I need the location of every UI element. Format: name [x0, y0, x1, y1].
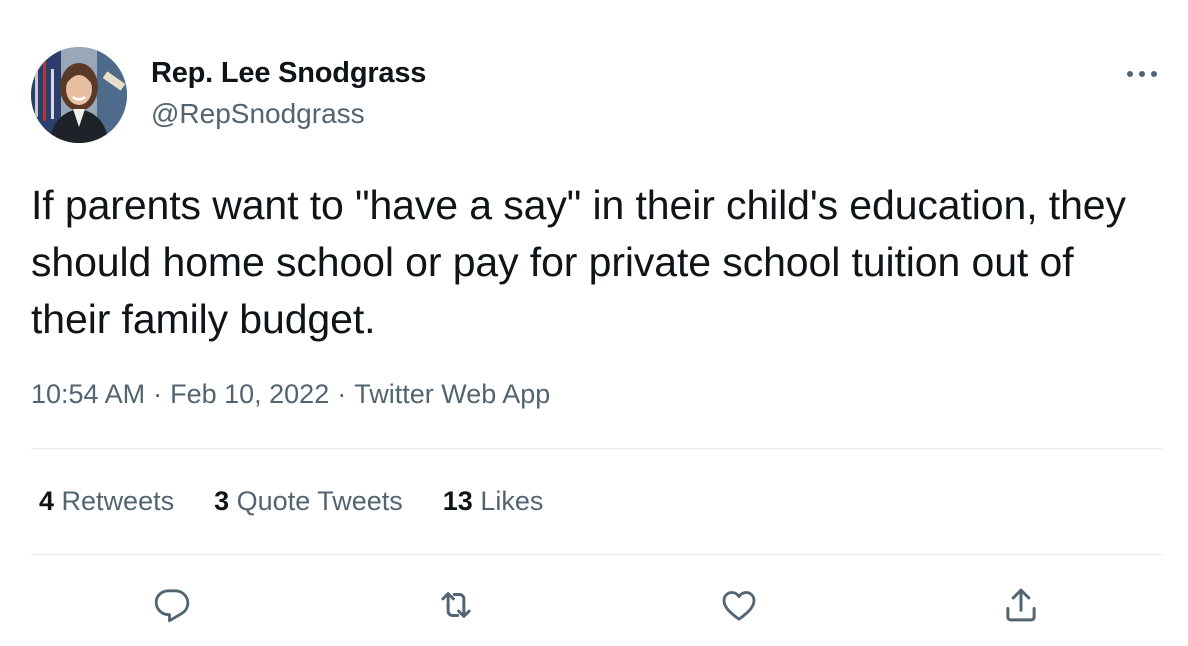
avatar[interactable]: [31, 47, 127, 143]
retweets-label: Retweets: [61, 486, 175, 516]
likes-count: 13: [442, 486, 473, 516]
retweets-stat[interactable]: 4 Retweets: [39, 486, 174, 517]
author-name[interactable]: Rep. Lee Snodgrass: [151, 57, 426, 90]
reply-button[interactable]: [150, 583, 194, 627]
likes-stat[interactable]: 13 Likes: [443, 486, 544, 517]
reply-icon: [154, 589, 190, 623]
tweet-card: Rep. Lee Snodgrass @RepSnodgrass If pare…: [0, 0, 1188, 646]
share-button[interactable]: [999, 583, 1043, 627]
author-handle[interactable]: @RepSnodgrass: [151, 98, 365, 130]
heart-icon: [722, 591, 756, 621]
retweets-count: 4: [39, 486, 55, 516]
share-icon: [1006, 588, 1036, 622]
divider: [31, 448, 1163, 449]
tweet-source[interactable]: Twitter Web App: [354, 379, 550, 409]
more-options-button[interactable]: [1122, 60, 1162, 88]
tweet-date[interactable]: Feb 10, 2022: [170, 379, 329, 409]
meta-separator: ·: [337, 379, 347, 409]
profile-photo: [31, 47, 127, 143]
retweet-button[interactable]: [434, 583, 478, 627]
likes-label: Likes: [480, 486, 544, 516]
quotes-count: 3: [214, 486, 230, 516]
divider: [31, 554, 1163, 555]
quotes-label: Quote Tweets: [236, 486, 403, 516]
quote-tweets-stat[interactable]: 3 Quote Tweets: [214, 486, 403, 517]
retweet-icon: [441, 592, 471, 618]
like-button[interactable]: [717, 583, 761, 627]
tweet-stats: 4 Retweets 3 Quote Tweets 13 Likes: [39, 486, 583, 517]
tweet-meta: 10:54 AM · Feb 10, 2022 · Twitter Web App: [31, 379, 550, 410]
more-dots-icon: [1127, 71, 1157, 77]
tweet-text: If parents want to "have a say" in their…: [31, 182, 1126, 342]
tweet-time[interactable]: 10:54 AM: [31, 379, 145, 409]
meta-separator: ·: [153, 379, 163, 409]
